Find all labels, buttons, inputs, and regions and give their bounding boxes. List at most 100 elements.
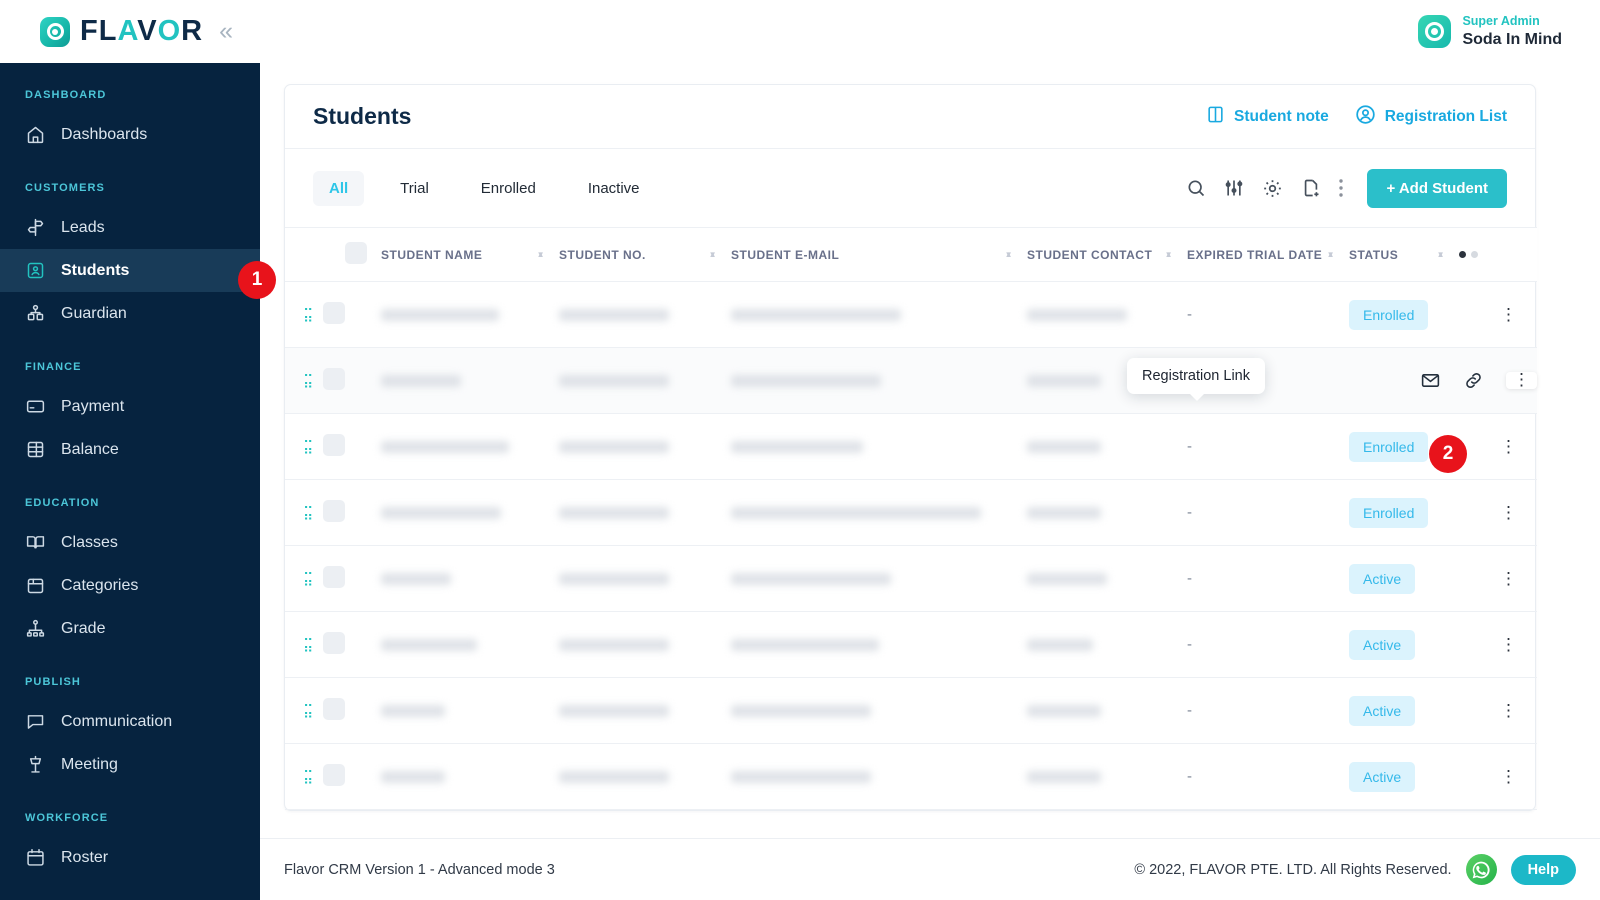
chevron-down-icon[interactable]: ⣭ <box>285 306 313 322</box>
sidebar-item-meeting[interactable]: Meeting <box>0 743 260 786</box>
mail-icon[interactable] <box>1420 370 1441 391</box>
pagination-dots-icon[interactable] <box>1459 251 1537 258</box>
column-header-status[interactable]: STATUS ▲ ▼ <box>1349 227 1459 282</box>
footer-right: © 2022, FLAVOR PTE. LTD. All Rights Rese… <box>1134 854 1576 885</box>
column-header-student-name[interactable]: STUDENT NAME ▲ ▼ <box>381 227 559 282</box>
row-expand-cell[interactable]: ⣭ <box>285 347 323 414</box>
sidebar-item-roster[interactable]: Roster <box>0 836 260 879</box>
chevron-down-icon[interactable]: ⣭ <box>285 570 313 586</box>
row-menu-button[interactable]: ⋮ <box>1500 569 1517 588</box>
column-header-expired-trial-date[interactable]: EXPIRED TRIAL DATE ▲ ▼ <box>1187 227 1349 282</box>
row-checkbox[interactable] <box>323 632 345 654</box>
column-header-student-e-mail[interactable]: STUDENT E-MAIL ▲ ▼ <box>731 227 1027 282</box>
chevron-down-icon[interactable]: ⣭ <box>285 702 313 718</box>
sidebar-item-balance[interactable]: Balance <box>0 428 260 471</box>
brand-logo[interactable]: FLAVOR « <box>0 15 233 48</box>
row-menu-cell[interactable]: ⋮ <box>1459 281 1537 348</box>
table-row[interactable]: ⣭ - Active ⋮ <box>285 677 1537 744</box>
table-row[interactable]: ⣭ - Enrolled ⋮ <box>285 281 1537 348</box>
table-row[interactable]: ⣭ - Enrolled ⋮ <box>285 413 1537 480</box>
row-menu-button[interactable]: ⋮ <box>1500 635 1517 654</box>
row-expand-cell[interactable]: ⣭ <box>285 281 323 348</box>
export-document-icon[interactable] <box>1301 178 1321 198</box>
row-menu-cell[interactable]: ⋮ <box>1459 611 1537 678</box>
expired-value: - <box>1187 438 1192 455</box>
add-student-button[interactable]: + Add Student <box>1367 168 1507 208</box>
row-checkbox[interactable] <box>323 698 345 720</box>
row-menu-cell[interactable]: ⋮ <box>1459 545 1537 612</box>
chevron-down-icon[interactable]: ⣭ <box>285 372 313 388</box>
sidebar-item-categories[interactable]: Categories <box>0 564 260 607</box>
row-expand-cell[interactable]: ⣭ <box>285 413 323 480</box>
row-checkbox[interactable] <box>323 368 345 390</box>
row-expand-cell[interactable]: ⣭ <box>285 611 323 678</box>
search-icon[interactable] <box>1186 178 1206 198</box>
row-select-cell[interactable] <box>323 413 381 480</box>
row-select-cell[interactable] <box>323 743 381 810</box>
more-vertical-icon[interactable] <box>1339 179 1344 197</box>
column-header-student-no[interactable]: STUDENT NO. ▲ ▼ <box>559 227 731 282</box>
row-select-cell[interactable] <box>323 677 381 744</box>
sidebar-item-dashboards[interactable]: Dashboards <box>0 113 260 156</box>
tab-enrolled[interactable]: Enrolled <box>465 171 552 206</box>
link-icon[interactable] <box>1463 370 1484 391</box>
gear-icon[interactable] <box>1262 178 1283 199</box>
row-checkbox[interactable] <box>323 434 345 456</box>
table-row[interactable]: ⣭ - Active ⋮ <box>285 545 1537 612</box>
row-select-cell[interactable] <box>323 347 381 414</box>
sidebar-item-leads[interactable]: Leads <box>0 206 260 249</box>
row-menu-cell[interactable]: ⋮ <box>1459 743 1537 810</box>
row-menu-button[interactable]: ⋮ <box>1500 305 1517 324</box>
row-menu-cell[interactable]: ⋮ <box>1459 413 1537 480</box>
sidebar-collapse-button[interactable]: « <box>219 19 233 44</box>
help-button[interactable]: Help <box>1510 854 1576 885</box>
sidebar-item-classes[interactable]: Classes <box>0 521 260 564</box>
row-menu-cell[interactable]: ⋮ <box>1459 479 1537 546</box>
row-menu-cell[interactable]: ⋮ <box>1459 677 1537 744</box>
status-badge: Enrolled <box>1349 497 1429 528</box>
table-row[interactable]: ⣭ - Enrolled ⋮ <box>285 479 1537 546</box>
row-menu-button[interactable]: ⋮ <box>1500 767 1517 786</box>
user-profile[interactable]: Super Admin Soda In Mind <box>1418 13 1600 51</box>
row-checkbox[interactable] <box>323 764 345 786</box>
student-note-button[interactable]: Student note <box>1206 105 1329 129</box>
column-header-student-contact[interactable]: STUDENT CONTACT ▲ ▼ <box>1027 227 1187 282</box>
chevron-down-icon[interactable]: ⣭ <box>285 438 313 454</box>
row-menu-button[interactable]: ⋮ <box>1500 437 1517 456</box>
column-visibility-dots[interactable] <box>1459 227 1537 282</box>
row-expand-cell[interactable]: ⣭ <box>285 479 323 546</box>
tab-trial[interactable]: Trial <box>384 171 445 206</box>
table-row[interactable]: ⣭ - Active ⋮ <box>285 611 1537 678</box>
sidebar-item-students[interactable]: Students <box>0 249 260 292</box>
chevron-down-icon[interactable]: ⣭ <box>285 504 313 520</box>
whatsapp-icon[interactable] <box>1465 854 1497 885</box>
row-select-cell[interactable] <box>323 545 381 612</box>
sidebar-item-grade[interactable]: Grade <box>0 607 260 650</box>
row-checkbox[interactable] <box>323 566 345 588</box>
table-row[interactable]: ⣭ - Active ⋮ <box>285 743 1537 810</box>
row-expand-cell[interactable]: ⣭ <box>285 545 323 612</box>
chevron-down-icon[interactable]: ⣭ <box>285 768 313 784</box>
tab-all[interactable]: All <box>313 170 365 206</box>
table-row[interactable]: ⣭-⋮ <box>285 347 1537 414</box>
row-select-cell[interactable] <box>323 611 381 678</box>
row-menu-button[interactable]: ⋮ <box>1506 371 1537 389</box>
sidebar-item-communication[interactable]: Communication <box>0 700 260 743</box>
row-expand-cell[interactable]: ⣭ <box>285 677 323 744</box>
chevron-down-icon[interactable]: ⣭ <box>285 636 313 652</box>
cell-student-email <box>731 611 1027 678</box>
row-menu-button[interactable]: ⋮ <box>1500 503 1517 522</box>
row-checkbox[interactable] <box>323 302 345 324</box>
filter-sliders-icon[interactable] <box>1224 178 1244 198</box>
calendar-icon <box>25 847 51 868</box>
row-expand-cell[interactable]: ⣭ <box>285 743 323 810</box>
select-all-checkbox[interactable] <box>345 242 367 264</box>
sidebar-item-guardian[interactable]: Guardian <box>0 292 260 335</box>
row-menu-button[interactable]: ⋮ <box>1500 701 1517 720</box>
row-checkbox[interactable] <box>323 500 345 522</box>
row-select-cell[interactable] <box>323 479 381 546</box>
row-select-cell[interactable] <box>323 281 381 348</box>
registration-list-button[interactable]: Registration List <box>1355 104 1507 130</box>
sidebar-item-payment[interactable]: Payment <box>0 385 260 428</box>
tab-inactive[interactable]: Inactive <box>572 171 656 206</box>
